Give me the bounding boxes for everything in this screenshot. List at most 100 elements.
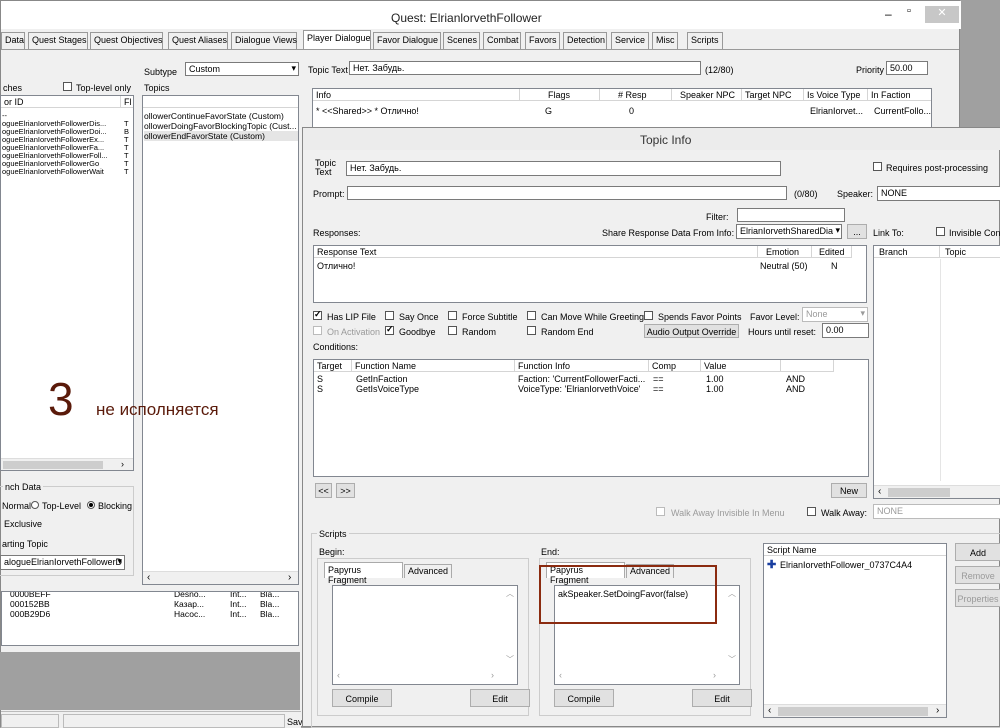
add-script-button[interactable]: Add: [955, 543, 1000, 561]
list-item[interactable]: ollowerEndFavorState (Custom): [144, 131, 298, 141]
resp-text-cell[interactable]: Отлично!: [317, 261, 355, 271]
topics-list[interactable]: ollowerContinueFavorState (Custom) ollowe…: [142, 95, 299, 585]
condition-cell-op[interactable]: AND: [786, 374, 805, 384]
walk-away-checkbox[interactable]: [807, 507, 816, 516]
tab-data[interactable]: Data: [1, 32, 25, 49]
maximize-icon[interactable]: ▫: [907, 5, 911, 17]
tab-favors[interactable]: Favors: [525, 32, 560, 49]
scroll-right-icon[interactable]: ›: [121, 459, 124, 469]
tab-service[interactable]: Service: [611, 32, 649, 49]
end-edit-button[interactable]: Edit: [692, 689, 752, 707]
col-fl[interactable]: Fl: [121, 96, 133, 108]
condition-cell-value[interactable]: 1.00: [706, 374, 724, 384]
condition-cell-target[interactable]: S: [317, 384, 323, 394]
plus-icon[interactable]: ✚: [767, 558, 776, 571]
begin-papyrus-tab[interactable]: Papyrus Fragment: [324, 562, 403, 585]
scroll-right-icon[interactable]: ›: [491, 670, 494, 680]
topic-text-field[interactable]: Нет. Забудь.: [349, 61, 701, 75]
end-compile-button[interactable]: Compile: [554, 689, 614, 707]
scroll-left-icon[interactable]: ‹: [147, 572, 150, 583]
tab-dialogue-views[interactable]: Dialogue Views: [231, 32, 297, 49]
link-col-branch[interactable]: Branch: [874, 246, 940, 258]
response-list[interactable]: Response Text Emotion Edited Отлично! Ne…: [313, 245, 867, 303]
link-col-topic[interactable]: Topic: [940, 246, 1000, 258]
audio-override-button[interactable]: Audio Output Override: [644, 324, 739, 338]
next-button[interactable]: >>: [336, 483, 355, 498]
script-name-header[interactable]: Script Name: [764, 544, 946, 556]
tab-misc[interactable]: Misc: [652, 32, 678, 49]
condition-cell-value[interactable]: 1.00: [706, 384, 724, 394]
condition-cell-target[interactable]: S: [317, 374, 323, 384]
filter-field[interactable]: [737, 208, 845, 222]
condition-cell-op[interactable]: AND: [786, 384, 805, 394]
script-scrollbar[interactable]: ‹ ›: [764, 704, 946, 717]
minimize-icon[interactable]: –: [885, 7, 892, 21]
condition-cell-func[interactable]: GetInFaction: [356, 374, 408, 384]
link-to-list[interactable]: Branch Topic ‹: [873, 245, 1000, 499]
scroll-down-icon[interactable]: ﹀: [728, 654, 736, 665]
list-item[interactable]: ollowerDoingFavorBlockingTopic (Cust...: [144, 121, 298, 131]
force-subtitle-checkbox[interactable]: [448, 311, 457, 320]
tab-quest-stages[interactable]: Quest Stages: [28, 32, 88, 49]
tab-detection[interactable]: Detection: [563, 32, 607, 49]
begin-code-editor[interactable]: ︿ ﹀ ‹ ›: [332, 585, 518, 685]
scroll-down-icon[interactable]: ﹀: [506, 654, 514, 665]
scroll-left-icon[interactable]: ‹: [337, 670, 340, 680]
col-editor-id[interactable]: or ID: [1, 96, 121, 108]
info-list[interactable]: Info Flags # Resp Speaker NPC Target NPC…: [312, 88, 932, 128]
starting-topic-select[interactable]: alogueElrianIorvethFollowerD ▾: [0, 555, 125, 570]
has-lip-checkbox[interactable]: [313, 309, 322, 320]
goodbye-checkbox[interactable]: [385, 324, 394, 335]
branch-list-scrollbar[interactable]: ›: [1, 458, 133, 470]
tab-scripts[interactable]: Scripts: [687, 32, 723, 49]
prev-button[interactable]: <<: [315, 483, 332, 498]
tab-quest-aliases[interactable]: Quest Aliases: [168, 32, 228, 49]
resp-col-text[interactable]: Response Text: [314, 246, 758, 258]
resp-col-emotion[interactable]: Emotion: [758, 246, 812, 258]
hours-field[interactable]: 0.00: [822, 323, 869, 338]
script-name-cell[interactable]: ElrianIorvethFollower_0737C4A4: [780, 560, 912, 570]
info-col-flags[interactable]: Flags: [520, 89, 600, 101]
condition-cell-comp[interactable]: ==: [653, 384, 664, 394]
resp-col-edited[interactable]: Edited: [812, 246, 852, 258]
tab-combat[interactable]: Combat: [483, 32, 521, 49]
scroll-left-icon[interactable]: ‹: [878, 486, 881, 497]
prompt-field[interactable]: [347, 186, 787, 200]
priority-field[interactable]: 50.00: [886, 61, 928, 75]
scroll-right-icon[interactable]: ›: [713, 670, 716, 680]
cond-col-comp[interactable]: Comp: [649, 360, 701, 372]
begin-edit-button[interactable]: Edit: [470, 689, 530, 707]
scroll-thumb[interactable]: [3, 461, 103, 469]
info-col-target[interactable]: Target NPC: [742, 89, 804, 101]
new-condition-button[interactable]: New: [831, 483, 867, 498]
tab-quest-objectives[interactable]: Quest Objectives: [90, 32, 163, 49]
cond-col-target[interactable]: Target: [314, 360, 352, 372]
bottom-list[interactable]: 0000BEFF Desno... Int... Bla... 000152BB Каза…: [1, 591, 299, 646]
scroll-right-icon[interactable]: ›: [288, 572, 291, 583]
info-cell[interactable]: * <<Shared>> * Отлично!: [316, 106, 516, 116]
scroll-right-icon[interactable]: ›: [936, 705, 939, 716]
begin-compile-button[interactable]: Compile: [332, 689, 392, 707]
cond-col-value[interactable]: Value: [701, 360, 781, 372]
scroll-thumb[interactable]: [888, 488, 950, 497]
info-col-resp[interactable]: # Resp: [600, 89, 672, 101]
info-col-speaker[interactable]: Speaker NPC: [672, 89, 742, 101]
blocking-radio[interactable]: [87, 501, 95, 509]
scroll-left-icon[interactable]: ‹: [559, 670, 562, 680]
can-move-checkbox[interactable]: [527, 311, 536, 320]
tab-player-dialogue[interactable]: Player Dialogue: [303, 30, 371, 50]
share-select[interactable]: ElrianIorvethSharedDia ▾: [736, 224, 842, 239]
close-button[interactable]: ✕: [925, 6, 959, 23]
tab-scenes[interactable]: Scenes: [443, 32, 480, 49]
requires-post-checkbox[interactable]: [873, 162, 882, 171]
scroll-thumb[interactable]: [778, 707, 928, 716]
topics-scrollbar[interactable]: ‹ ›: [143, 571, 298, 584]
spends-favor-checkbox[interactable]: [644, 311, 653, 320]
toplevel-only-checkbox[interactable]: [63, 82, 72, 91]
scroll-left-icon[interactable]: ‹: [768, 705, 771, 716]
subtype-select[interactable]: Custom ▾: [185, 62, 299, 76]
begin-advanced-tab[interactable]: Advanced: [404, 564, 452, 578]
share-more-button[interactable]: ...: [847, 224, 867, 239]
toplevel-radio[interactable]: [31, 501, 39, 509]
condition-cell-func[interactable]: GetIsVoiceType: [356, 384, 419, 394]
